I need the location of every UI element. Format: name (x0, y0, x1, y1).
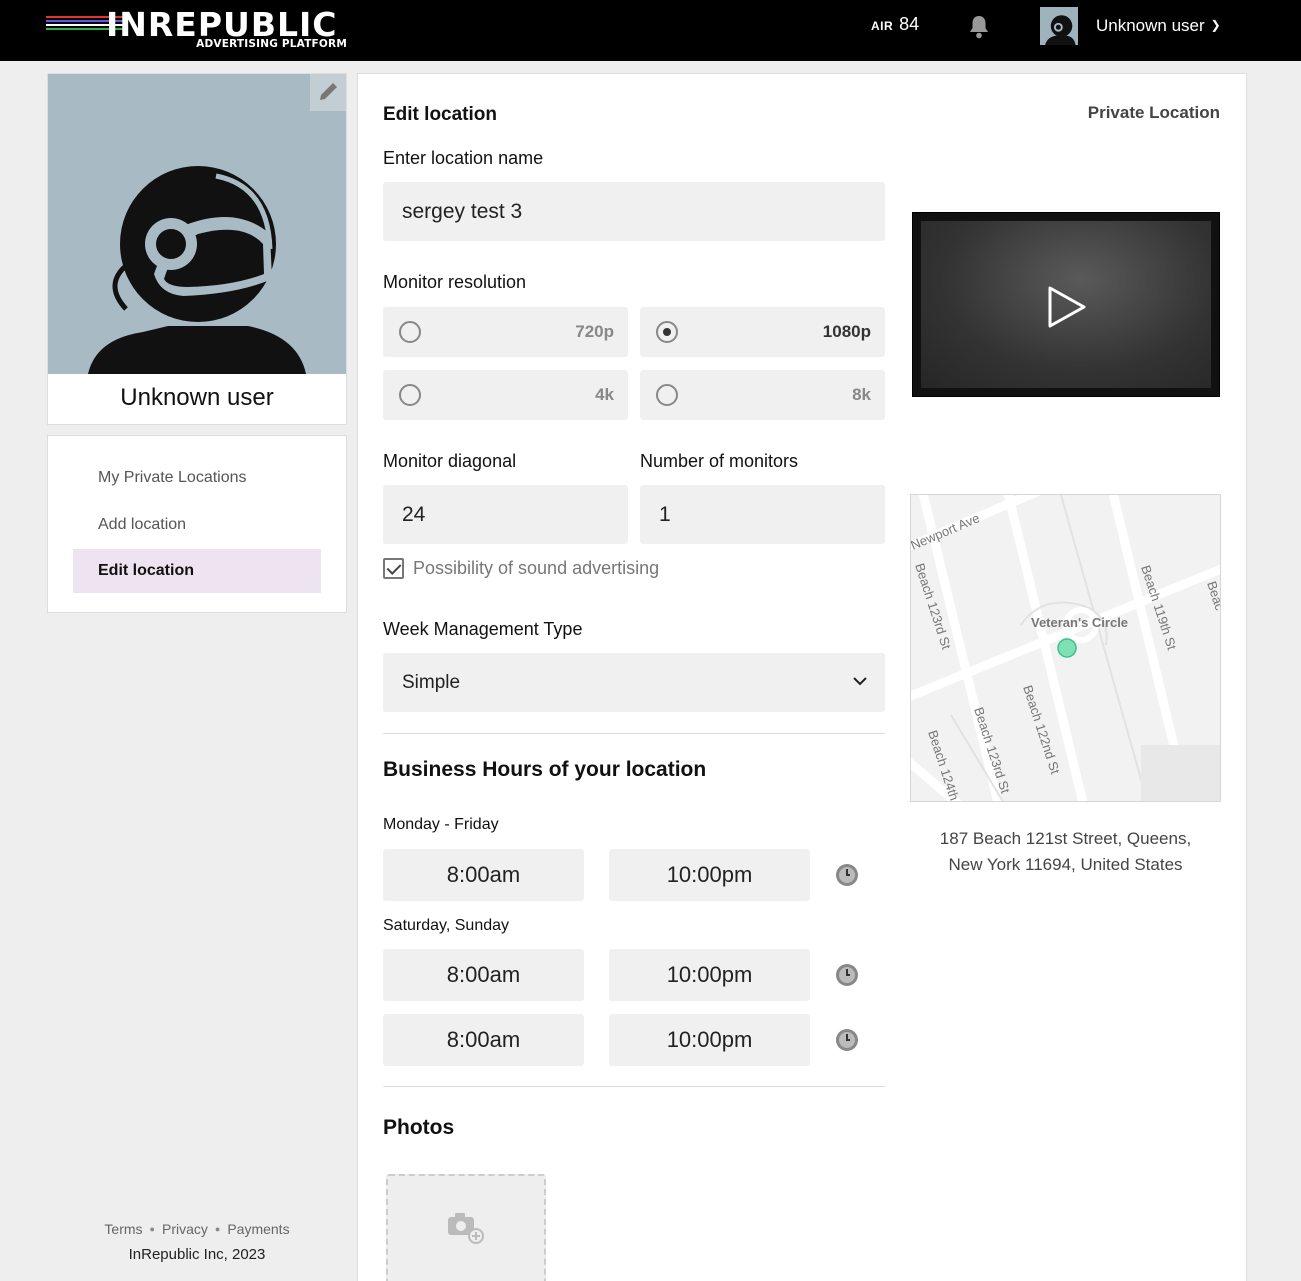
extra-open-time[interactable]: 8:00am (383, 1014, 584, 1066)
separator-dot: ● (149, 1224, 155, 1234)
edit-location-form: Edit location Private Location Enter loc… (357, 73, 1247, 1281)
business-hours-title: Business Hours of your location (383, 758, 707, 781)
separator-dot: ● (214, 1224, 221, 1234)
resolution-label: Monitor resolution (383, 272, 527, 292)
week-type-select[interactable]: Simple (383, 653, 885, 712)
street-label: Veteran's Circle (1031, 615, 1128, 630)
sidebar-item-add-location[interactable]: Add location (73, 503, 321, 547)
user-name: Unknown user (1096, 16, 1205, 35)
location-type-tag: Private Location (1087, 103, 1220, 122)
footer-links: Terms ● Privacy ● Payments (47, 1221, 347, 1237)
sound-label: Possibility of sound advertising (413, 558, 660, 578)
clock-icon[interactable] (835, 963, 859, 987)
extra-close-time[interactable]: 10:00pm (609, 1014, 810, 1066)
radio-label: 720p (575, 322, 614, 341)
air-value: 84 (899, 14, 920, 34)
logo-subtitle: ADVERTISING PLATFORM (196, 38, 347, 50)
bell-icon[interactable] (967, 14, 991, 40)
divider (383, 1086, 885, 1087)
inrepublic-logo[interactable]: INREPUBLIC ADVERTISING PLATFORM (46, 6, 351, 54)
sound-checkbox[interactable] (383, 558, 404, 579)
user-menu[interactable]: Unknown user ❯ (1096, 16, 1221, 36)
resolution-8k-radio[interactable]: 8k (640, 370, 885, 420)
diagonal-input[interactable]: 24 (383, 485, 628, 544)
terms-link[interactable]: Terms (104, 1221, 142, 1237)
chevron-down-icon: ❯ (1210, 18, 1221, 32)
sidebar-item-my-private-locations[interactable]: My Private Locations (73, 456, 321, 500)
address: 187 Beach 121st Street, Queens, New York… (910, 826, 1221, 878)
edit-avatar-button[interactable] (310, 74, 346, 111)
monitors-input[interactable]: 1 (640, 485, 885, 544)
clock-icon[interactable] (835, 1028, 859, 1052)
resolution-4k-radio[interactable]: 4k (383, 370, 628, 420)
payments-link[interactable]: Payments (227, 1221, 289, 1237)
street-label: Newport Ave (911, 510, 982, 553)
week-type-label: Week Management Type (383, 619, 583, 639)
weekday-open-time[interactable]: 8:00am (383, 849, 584, 901)
diagonal-label: Monitor diagonal (383, 451, 517, 471)
video-preview[interactable] (912, 212, 1220, 397)
street-label: Beac (1204, 579, 1221, 612)
weekday-close-time[interactable]: 10:00pm (609, 849, 810, 901)
resolution-720p-radio[interactable]: 720p (383, 307, 628, 357)
radio-label: 8k (852, 385, 871, 404)
radio-circle-selected (656, 321, 678, 343)
sidebar-nav: My Private Locations Add location Edit l… (47, 435, 347, 613)
avatar[interactable] (1040, 7, 1078, 45)
location-map[interactable]: Newport Ave Beach 123rd St Veteran's Cir… (910, 494, 1221, 802)
copyright: InRepublic Inc, 2023 (128, 1246, 266, 1263)
address-line-1: 187 Beach 121st Street, Queens, (939, 829, 1192, 848)
radio-circle (399, 321, 421, 343)
location-name-input[interactable]: sergey test 3 (383, 182, 885, 241)
location-name-label: Enter location name (383, 148, 544, 168)
top-bar: INREPUBLIC ADVERTISING PLATFORM AIR 84 Un… (0, 0, 1301, 61)
profile-name: Unknown user (120, 384, 274, 411)
chevron-down-icon (853, 677, 867, 686)
clock-icon[interactable] (835, 863, 859, 887)
weekday-label: Monday - Friday (383, 816, 499, 833)
air-balance: AIR 84 (871, 14, 919, 35)
add-photo-button[interactable] (386, 1174, 546, 1281)
resolution-1080p-radio[interactable]: 1080p (640, 307, 885, 357)
radio-circle (656, 384, 678, 406)
weekend-label: Saturday, Sunday (383, 917, 510, 934)
radio-label: 1080p (822, 322, 871, 341)
profile-card: Unknown user (47, 73, 347, 425)
air-label: AIR (871, 19, 894, 33)
week-type-value: Simple (402, 672, 461, 693)
privacy-link[interactable]: Privacy (162, 1221, 208, 1237)
weekend-open-time[interactable]: 8:00am (383, 949, 584, 1001)
sidebar-item-edit-location[interactable]: Edit location (73, 549, 321, 593)
map-marker (1057, 638, 1077, 658)
radio-label: 4k (595, 385, 614, 404)
divider (383, 733, 885, 734)
page-title: Edit location (383, 104, 497, 125)
profile-avatar (48, 74, 346, 374)
radio-circle (399, 384, 421, 406)
play-icon (1048, 286, 1086, 328)
photos-title: Photos (383, 1116, 455, 1139)
camera-plus-icon (448, 1213, 484, 1244)
address-line-2: New York 11694, United States (948, 855, 1183, 874)
weekend-close-time[interactable]: 10:00pm (609, 949, 810, 1001)
monitors-label: Number of monitors (640, 451, 799, 471)
